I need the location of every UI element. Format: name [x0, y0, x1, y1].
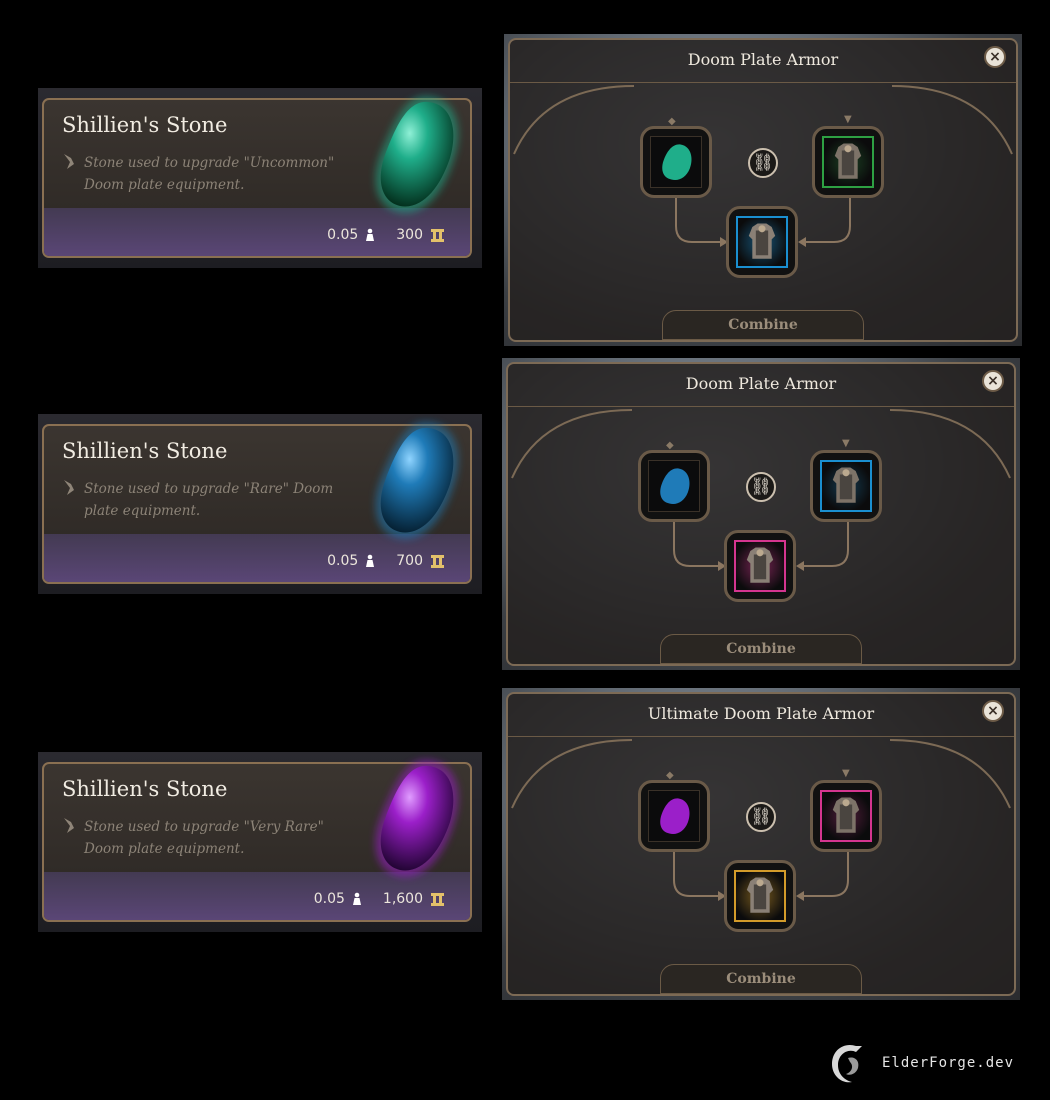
item-tooltip-1: Shillien's Stone Stone used to upgrade "… [38, 88, 482, 268]
stone-icon-rare [375, 421, 459, 539]
chain-link-icon: ⛓ [746, 472, 776, 502]
armor-result-slot [724, 860, 796, 932]
description-bullet-icon [64, 480, 74, 495]
combine-panel-1: Doom Plate Armor × ◆ ▼ ⛓ Combine [504, 34, 1022, 346]
weight-icon [366, 554, 375, 567]
description-bullet-icon [64, 154, 74, 169]
stone-icon [662, 144, 692, 180]
armor-input-slot[interactable] [810, 450, 882, 522]
item-price: 1,600 [382, 891, 423, 907]
dragon-logo-icon [832, 1044, 862, 1083]
armor-input-slot[interactable] [812, 126, 884, 198]
item-description: Stone used to upgrade "Rare" Doom plate … [84, 481, 334, 519]
armor-chestplate-icon [746, 877, 774, 913]
armor-result-slot [726, 206, 798, 278]
weight-icon [366, 228, 375, 241]
gold-icon [431, 554, 444, 568]
item-name: Shillien's Stone [62, 439, 228, 463]
stone-icon [660, 798, 690, 834]
item-stats: 0.05 1,600 [314, 891, 444, 907]
description-bullet-icon [64, 818, 74, 833]
armor-result-slot [724, 530, 796, 602]
combine-button[interactable]: Combine [660, 634, 862, 664]
flow-arrows [511, 409, 1011, 571]
armor-chestplate-icon [746, 547, 774, 583]
combine-button[interactable]: Combine [662, 310, 864, 340]
item-description: Stone used to upgrade "Very Rare" Doom p… [84, 819, 324, 857]
item-weight: 0.05 [327, 553, 359, 569]
armor-input-slot[interactable] [810, 780, 882, 852]
item-name: Shillien's Stone [62, 777, 228, 801]
item-price: 300 [396, 227, 423, 243]
gold-icon [431, 228, 444, 242]
armor-chestplate-icon [832, 467, 860, 503]
item-stats: 0.05 700 [327, 553, 444, 569]
slot-marker-arrow-icon: ▼ [842, 438, 850, 449]
slot-marker-arrow-icon: ▼ [844, 114, 852, 125]
chain-link-icon: ⛓ [746, 802, 776, 832]
item-weight: 0.05 [327, 227, 359, 243]
stone-slot[interactable] [638, 450, 710, 522]
combine-panel-2: Doom Plate Armor × ◆ ▼ ⛓ Combine [502, 358, 1020, 670]
item-tooltip-2: Shillien's Stone Stone used to upgrade "… [38, 414, 482, 594]
stone-icon-uncommon [375, 95, 459, 213]
chain-link-icon: ⛓ [748, 148, 778, 178]
armor-chestplate-icon [834, 143, 862, 179]
stone-slot[interactable] [638, 780, 710, 852]
armor-chestplate-icon [748, 223, 776, 259]
flow-arrows [511, 739, 1011, 901]
watermark: ElderForge.dev [826, 1040, 1036, 1086]
item-name: Shillien's Stone [62, 113, 228, 137]
stone-icon [660, 468, 690, 504]
flow-arrows [513, 85, 1013, 247]
item-description: Stone used to upgrade "Uncommon" Doom pl… [84, 155, 335, 193]
combine-button[interactable]: Combine [660, 964, 862, 994]
stone-slot[interactable] [640, 126, 712, 198]
armor-chestplate-icon [832, 797, 860, 833]
weight-icon [352, 892, 361, 905]
stone-icon-very-rare [375, 759, 459, 877]
gold-icon [431, 892, 444, 906]
item-stats: 0.05 300 [327, 227, 444, 243]
slot-marker-arrow-icon: ▼ [842, 768, 850, 779]
combine-panel-3: Ultimate Doom Plate Armor × ◆ ▼ ⛓ Combin… [502, 688, 1020, 1000]
watermark-text: ElderForge.dev [882, 1055, 1015, 1071]
item-weight: 0.05 [313, 891, 345, 907]
item-price: 700 [396, 553, 423, 569]
item-tooltip-3: Shillien's Stone Stone used to upgrade "… [38, 752, 482, 932]
